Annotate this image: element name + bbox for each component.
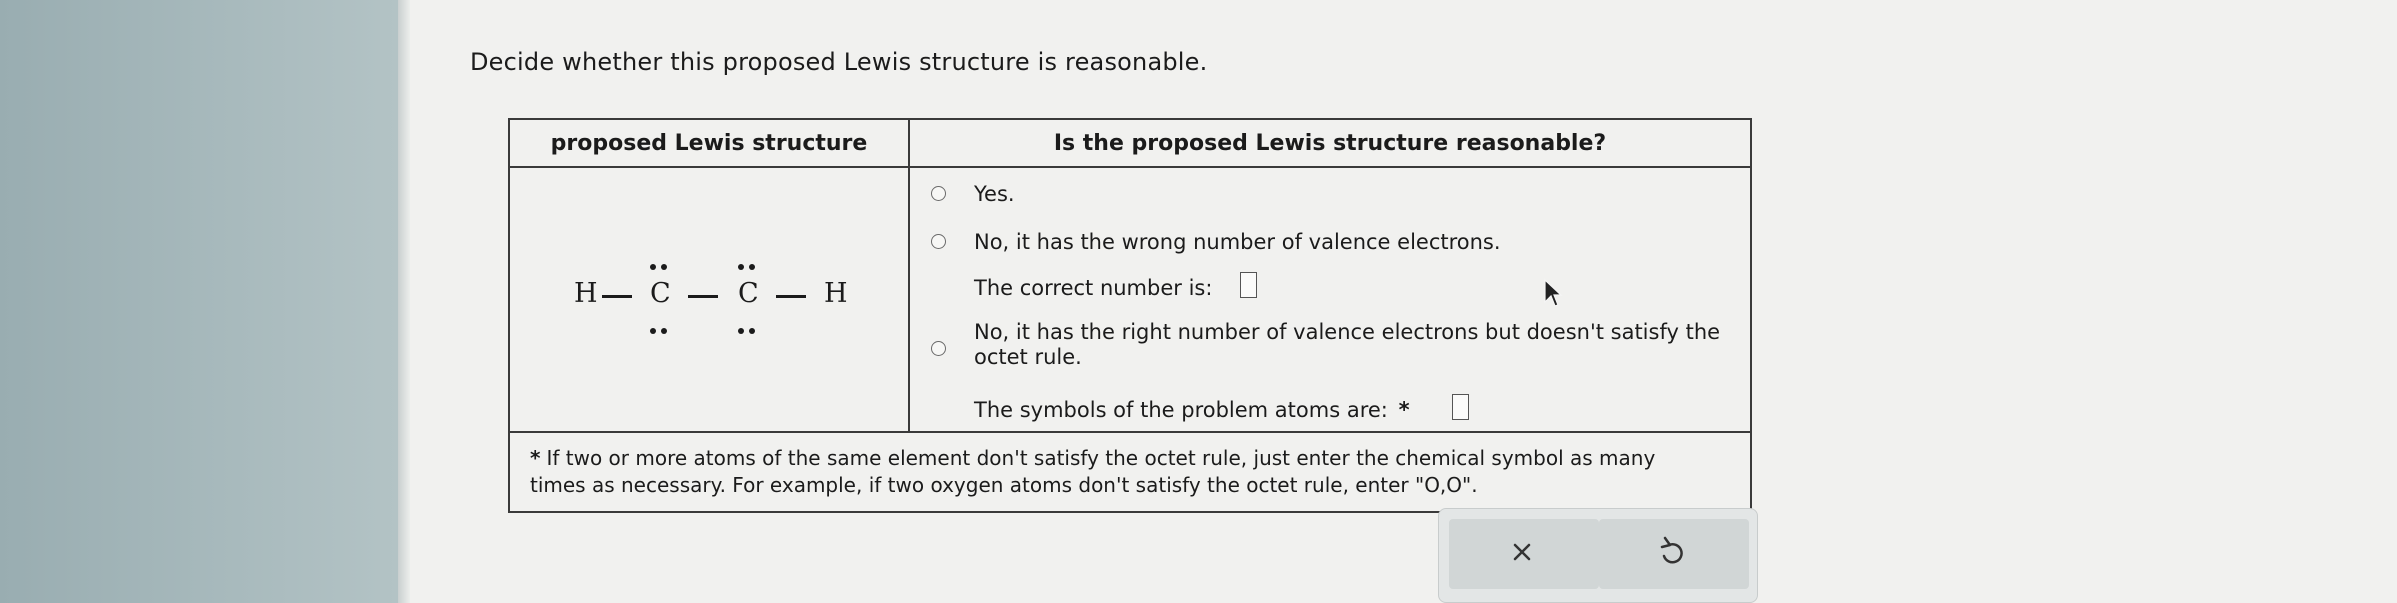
left-background-panel bbox=[0, 0, 398, 603]
bond-c-h bbox=[776, 295, 806, 298]
atom-h-left: H bbox=[574, 278, 598, 309]
lewis-structure-cell: H C C H bbox=[510, 168, 910, 433]
footnote: * If two or more atoms of the same elemen… bbox=[510, 433, 1750, 511]
lone-pair bbox=[738, 328, 756, 334]
action-bar bbox=[1438, 508, 1758, 603]
footnote-line1: If two or more atoms of the same element… bbox=[546, 446, 1656, 470]
correct-number-input[interactable] bbox=[1240, 272, 1257, 298]
problem-atoms-label: The symbols of the problem atoms are: bbox=[974, 398, 1388, 422]
lone-pair bbox=[738, 264, 756, 270]
undo-button[interactable] bbox=[1599, 519, 1749, 589]
radio-octet-rule[interactable] bbox=[931, 341, 946, 356]
option-octet-line1: No, it has the right number of valence e… bbox=[974, 320, 1721, 344]
correct-number-label: The correct number is: bbox=[974, 276, 1213, 300]
clear-button[interactable] bbox=[1449, 519, 1599, 589]
option-wrong-valence-label: No, it has the wrong number of valence e… bbox=[974, 230, 1501, 254]
question-table: proposed Lewis structure Is the proposed… bbox=[508, 118, 1752, 513]
question-prompt: Decide whether this proposed Lewis struc… bbox=[470, 48, 1208, 76]
footnote-marker: * bbox=[530, 446, 541, 470]
footnote-line2: times as necessary. For example, if two … bbox=[530, 473, 1478, 497]
x-icon bbox=[1513, 543, 1531, 561]
structure-column-header: proposed Lewis structure bbox=[510, 120, 910, 168]
lewis-structure: H C C H bbox=[570, 258, 870, 338]
footnote-line1-row: * If two or more atoms of the same elemen… bbox=[530, 445, 1734, 472]
lone-pair bbox=[650, 328, 668, 334]
reasonable-column-header: Is the proposed Lewis structure reasonab… bbox=[910, 120, 1750, 168]
problem-atoms-label-group: The symbols of the problem atoms are: * bbox=[974, 398, 1410, 423]
atom-h-right: H bbox=[824, 278, 848, 309]
option-yes-label: Yes. bbox=[974, 182, 1015, 206]
lone-pair bbox=[650, 264, 668, 270]
option-octet-line2: octet rule. bbox=[974, 345, 1082, 369]
panel-divider bbox=[398, 0, 410, 603]
problem-atoms-marker: * bbox=[1398, 398, 1410, 422]
mouse-cursor-icon bbox=[1544, 278, 1563, 307]
atom-c-left: C bbox=[650, 278, 671, 309]
bond-h-c bbox=[602, 295, 632, 298]
atom-c-right: C bbox=[738, 278, 759, 309]
bond-c-c bbox=[688, 295, 718, 298]
problem-atoms-input[interactable] bbox=[1452, 394, 1469, 420]
answer-options-cell: Yes. No, it has the wrong number of vale… bbox=[910, 168, 1750, 433]
undo-icon bbox=[1660, 536, 1683, 564]
radio-wrong-valence[interactable] bbox=[931, 234, 946, 249]
radio-yes[interactable] bbox=[931, 186, 946, 201]
